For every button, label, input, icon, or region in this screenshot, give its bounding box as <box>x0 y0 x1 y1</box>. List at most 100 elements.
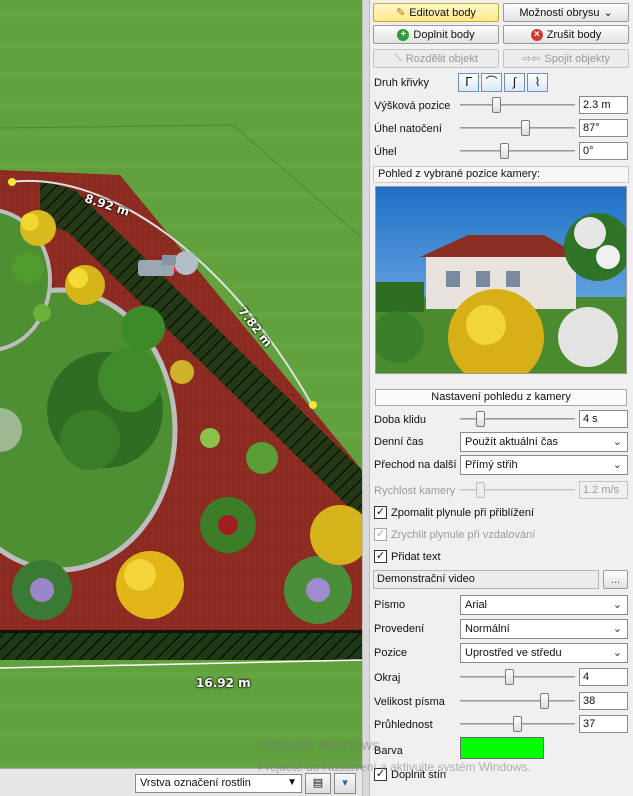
position-value: Uprostřed ve středu <box>465 647 562 659</box>
angle-slider[interactable] <box>460 143 575 159</box>
angle-label: Úhel <box>374 146 397 158</box>
curve-type-1-button[interactable]: ᒥ <box>458 73 479 92</box>
style-label: Provedení <box>374 623 425 635</box>
rotation-angle-label: Úhel natočení <box>374 123 442 135</box>
slider-thumb[interactable] <box>540 693 549 709</box>
slider-thumb[interactable] <box>476 482 485 498</box>
slider-thumb[interactable] <box>492 97 501 113</box>
garden-scene <box>0 0 362 768</box>
rest-time-slider[interactable] <box>460 411 575 427</box>
margin-label: Okraj <box>374 672 401 684</box>
slider-thumb[interactable] <box>476 411 485 427</box>
slow-approach-label: Zpomalit plynule při přiblížení <box>391 507 535 519</box>
camera-preview-header: Pohled z vybrané pozice kamery: <box>373 166 629 183</box>
daytime-select[interactable]: Použít aktuální čas ⌄ <box>460 432 628 452</box>
curve-type-4-button[interactable]: ⌇ <box>527 73 548 92</box>
curve-type-3-button[interactable]: ∫ <box>504 73 525 92</box>
font-label: Písmo <box>374 599 406 611</box>
color-swatch[interactable] <box>460 737 544 759</box>
font-size-input[interactable]: 38 <box>579 692 628 710</box>
rest-time-input[interactable]: 4 s <box>579 410 628 428</box>
activation-watermark-title: Aktivujte Windows <box>258 737 380 754</box>
transition-select[interactable]: Přímý střih ⌄ <box>460 455 628 475</box>
layers-dropdown-button[interactable]: ▾ <box>334 773 356 794</box>
chevron-down-icon: ⌄ <box>612 647 622 659</box>
slider-thumb[interactable] <box>513 716 522 732</box>
opacity-label: Průhlednost <box>374 719 433 731</box>
opacity-input[interactable]: 37 <box>579 715 628 733</box>
height-position-label: Výšková pozice <box>374 100 451 112</box>
preview-scene <box>376 187 626 373</box>
chevron-down-icon: ▾ <box>342 777 348 789</box>
slow-approach-checkbox[interactable]: ✓ <box>374 506 387 519</box>
panel-splitter[interactable] <box>362 0 370 796</box>
layer-select[interactable]: Vrstva označení rostlin ▼ <box>135 774 302 793</box>
transition-value: Přímý střih <box>465 459 518 471</box>
garden-3d-viewport[interactable]: 8.92 m 7.82 m 16.92 m <box>0 0 362 768</box>
margin-slider[interactable] <box>460 669 575 685</box>
font-select[interactable]: Arial ⌄ <box>460 595 628 615</box>
curve-type-2-icon: ⌒ <box>485 75 498 89</box>
outline-options-label: Možnosti obrysu <box>519 6 600 19</box>
join-objects-button[interactable]: ⇨⇦ Spojit objekty <box>503 49 629 68</box>
height-position-slider[interactable] <box>460 97 575 113</box>
outline-options-button[interactable]: Možnosti obrysu ⌄ <box>503 3 629 22</box>
speed-up-label: Zrychlit plynule při vzdalování <box>391 529 536 541</box>
join-icon: ⇨⇦ <box>522 53 541 65</box>
chevron-down-icon: ⌄ <box>603 7 613 19</box>
style-select[interactable]: Normální ⌄ <box>460 619 628 639</box>
edit-points-button[interactable]: ✎ Editovat body <box>373 3 499 22</box>
font-value: Arial <box>465 599 488 611</box>
camera-speed-slider[interactable] <box>460 482 575 498</box>
slider-thumb[interactable] <box>505 669 514 685</box>
rotation-angle-slider[interactable] <box>460 120 575 136</box>
camera-speed-label: Rychlost kamery <box>374 485 456 497</box>
close-icon: × <box>530 28 543 41</box>
add-text-label: Přidat text <box>391 551 441 563</box>
activation-watermark-text: Přejděte do Nastavení a aktivujte systém… <box>258 760 531 774</box>
daytime-label: Denní čas <box>374 436 424 448</box>
curve-type-3-icon: ∫ <box>512 75 517 89</box>
camera-preview-image <box>375 186 627 374</box>
speed-up-checkbox[interactable]: ✓ <box>374 528 387 541</box>
add-points-label: Doplnit body <box>413 28 475 41</box>
cancel-points-label: Zrušit body <box>546 28 602 41</box>
font-size-label: Velikost písma <box>374 696 445 708</box>
margin-input[interactable]: 4 <box>579 668 628 686</box>
split-object-button[interactable]: ⟍ Rozdělit objekt <box>373 49 499 68</box>
transition-label: Přechod na další <box>374 459 457 471</box>
font-size-slider[interactable] <box>460 693 575 709</box>
curve-type-label: Druh křivky <box>374 77 430 89</box>
text-browse-label: ... <box>610 573 621 586</box>
angle-input[interactable]: 0° <box>579 142 628 160</box>
add-points-button[interactable]: + Doplnit body <box>373 25 499 44</box>
curve-type-2-button[interactable]: ⌒ <box>481 73 502 92</box>
style-value: Normální <box>465 623 510 635</box>
pencil-icon: ✎ <box>396 7 406 19</box>
camera-speed-input[interactable]: 1.2 m/s <box>579 481 628 499</box>
overlay-text-input[interactable]: Demonstrační video <box>373 570 599 589</box>
layers-button[interactable]: ▤ <box>305 773 331 794</box>
chevron-down-icon: ⌄ <box>612 599 622 611</box>
layers-icon: ▤ <box>312 777 324 789</box>
cancel-points-button[interactable]: × Zrušit body <box>503 25 629 44</box>
curve-type-1-icon: ᒥ <box>465 75 472 89</box>
daytime-value: Použít aktuální čas <box>465 436 558 448</box>
rotation-angle-input[interactable]: 87° <box>579 119 628 137</box>
height-position-input[interactable]: 2.3 m <box>579 96 628 114</box>
plus-icon: + <box>397 28 410 41</box>
curve-type-4-icon: ⌇ <box>534 75 541 89</box>
layer-select-value: Vrstva označení rostlin <box>140 777 251 789</box>
slider-thumb[interactable] <box>500 143 509 159</box>
add-text-checkbox[interactable]: ✓ <box>374 550 387 563</box>
opacity-slider[interactable] <box>460 716 575 732</box>
position-select[interactable]: Uprostřed ve středu ⌄ <box>460 643 628 663</box>
text-browse-button[interactable]: ... <box>603 570 628 589</box>
dimension-label-3[interactable]: 16.92 m <box>196 676 251 690</box>
properties-panel: ✎ Editovat body Možnosti obrysu ⌄ + Dopl… <box>370 0 633 796</box>
position-label: Pozice <box>374 647 408 659</box>
slider-thumb[interactable] <box>521 120 530 136</box>
camera-view-section-title: Nastavení pohledu z kamery <box>375 389 627 406</box>
edit-points-label: Editovat body <box>409 6 476 19</box>
chevron-down-icon: ⌄ <box>612 436 622 448</box>
